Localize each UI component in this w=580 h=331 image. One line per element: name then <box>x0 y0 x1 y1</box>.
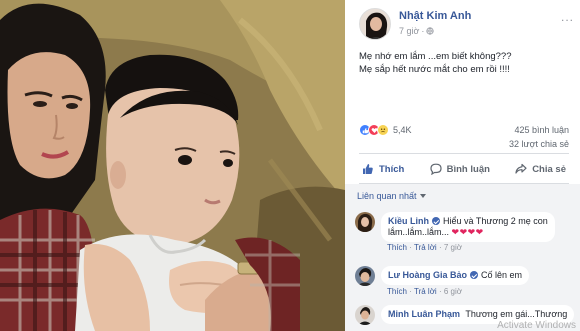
commenter-avatar[interactable] <box>355 212 375 232</box>
comment-text: Cố lên em <box>481 270 523 280</box>
post-text-line: Mẹ sắp hết nước mắt cho em rồi !!!! <box>359 64 510 75</box>
post-time[interactable]: 7 giờ <box>399 26 419 36</box>
like-label: Thích <box>379 163 405 175</box>
comment-icon <box>430 163 442 175</box>
comments-sort-label: Liên quan nhất <box>357 191 417 201</box>
like-button[interactable]: Thích <box>359 157 407 181</box>
comment-item: Lư Hoàng Gia Bảo Cố lên em Thích · Trả lờ… <box>355 266 575 304</box>
facebook-photo-viewer: Nhật Kim Anh 7 giờ · ... Mẹ nhớ em lắm .… <box>0 0 580 331</box>
comment-time[interactable]: 6 giờ <box>444 287 462 296</box>
comments-section: Liên quan nhất Kiều Linh Hiểu và Thương 2… <box>345 184 580 331</box>
verified-icon <box>470 271 479 279</box>
comment-item: Kiều Linh Hiểu và Thương 2 mẹ con lắm..lắ… <box>355 212 575 262</box>
divider <box>359 153 569 154</box>
comment-actions: Thích · Trả lời · 6 giờ <box>387 287 462 296</box>
verified-icon <box>432 217 440 225</box>
comments-count[interactable]: 425 bình luận <box>514 125 569 135</box>
share-button[interactable]: Chia sẻ <box>512 157 569 181</box>
post-author-header: Nhật Kim Anh 7 giờ · ... <box>359 8 574 40</box>
heart-emojis: ❤❤❤❤ <box>451 227 484 237</box>
comment-label: Bình luận <box>446 163 490 175</box>
globe-icon <box>426 27 435 35</box>
commenter-avatar[interactable] <box>355 305 375 325</box>
share-label: Chia sẻ <box>532 163 566 175</box>
comment-actions: Thích · Trả lời · 7 giờ <box>387 243 462 252</box>
comment-button[interactable]: Bình luận <box>427 157 493 181</box>
post-meta: 7 giờ · <box>399 26 435 36</box>
comment-text: Hiểu và Thương 2 mẹ con <box>443 216 548 226</box>
comment-reply-link[interactable]: Trả lời <box>414 287 437 296</box>
share-icon <box>515 163 527 174</box>
shares-count[interactable]: 32 lượt chia sẻ <box>509 139 569 149</box>
author-avatar[interactable] <box>359 8 391 40</box>
post-text-line: Mẹ nhớ em lắm ...em biết không??? <box>359 51 512 62</box>
comment-text: Thương em gái...Thương <box>465 309 568 319</box>
photo-illustration <box>0 0 345 331</box>
post-actions: Thích Bình luận Chia sẻ <box>359 157 569 181</box>
more-options-icon[interactable]: ... <box>561 10 574 24</box>
comment-like-link[interactable]: Thích <box>387 287 407 296</box>
commenter-avatar[interactable] <box>355 266 375 286</box>
comment-time[interactable]: 7 giờ <box>444 243 462 252</box>
reactions-summary[interactable]: 5,4K <box>359 124 412 136</box>
comment-reply-link[interactable]: Trả lời <box>414 243 437 252</box>
comment-bubble: Lư Hoàng Gia Bảo Cố lên em <box>381 266 530 285</box>
comment-bubble: Kiều Linh Hiểu và Thương 2 mẹ con lắm..lắ… <box>381 212 555 242</box>
activation-watermark: Activate Windows <box>497 320 576 331</box>
commenter-name[interactable]: Lư Hoàng Gia Bảo <box>388 270 467 280</box>
post-text: Mẹ nhớ em lắm ...em biết không??? Mẹ sắp… <box>359 50 574 76</box>
author-name[interactable]: Nhật Kim Anh <box>399 10 471 22</box>
reactions-count[interactable]: 5,4K <box>393 125 412 135</box>
post-stats: 5,4K 425 bình luận 32 lượt chia sẻ <box>359 122 569 150</box>
commenter-name[interactable]: Minh Luân Phạm <box>388 309 460 319</box>
comment-text: lắm..lắm..lắm... <box>388 227 450 237</box>
post-details-panel: Nhật Kim Anh 7 giờ · ... Mẹ nhớ em lắm .… <box>345 0 580 331</box>
commenter-name[interactable]: Kiều Linh <box>388 216 429 226</box>
thumbs-up-icon <box>363 164 373 174</box>
post-photo[interactable] <box>0 0 345 331</box>
comments-sort-dropdown[interactable]: Liên quan nhất <box>357 191 426 201</box>
sad-icon <box>377 124 389 136</box>
chevron-down-icon <box>419 194 426 198</box>
comment-like-link[interactable]: Thích <box>387 243 407 252</box>
